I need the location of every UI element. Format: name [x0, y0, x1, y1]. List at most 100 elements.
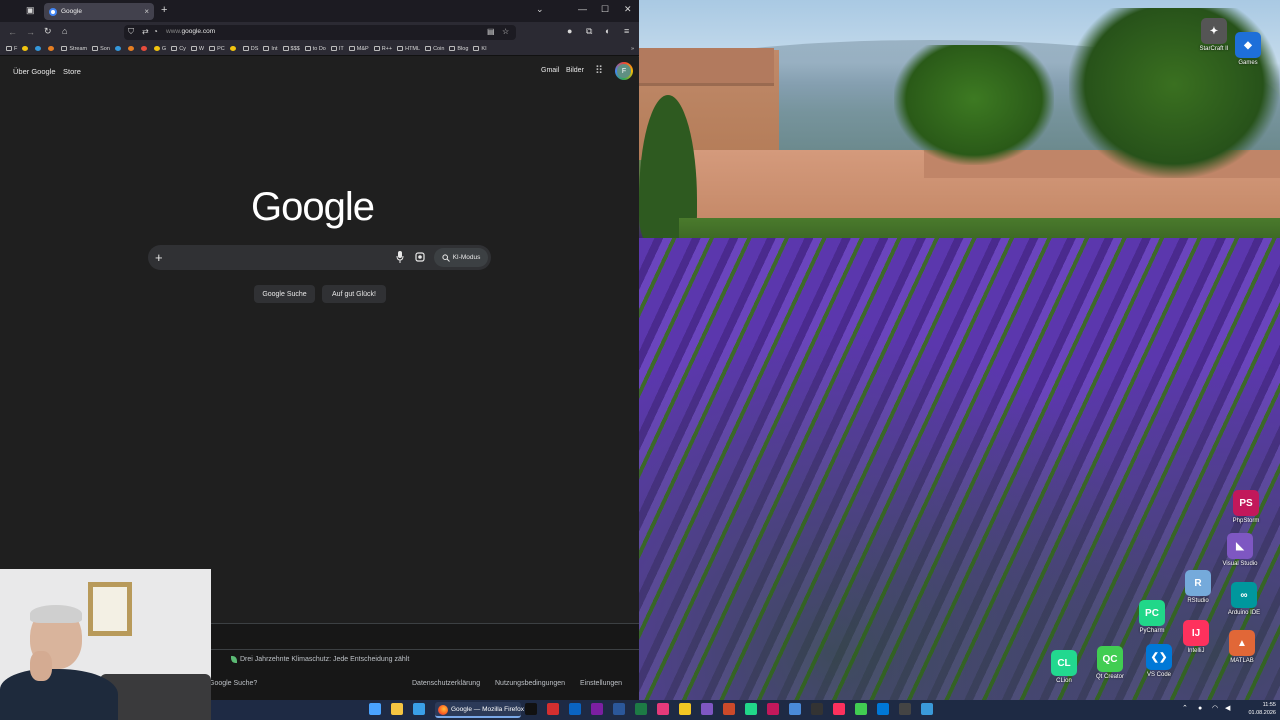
reader-view-icon[interactable]: ▤: [487, 28, 495, 36]
bookmark-19[interactable]: M&P: [348, 46, 369, 52]
permissions-icon[interactable]: ⇄: [142, 28, 149, 36]
google-search-button[interactable]: Google Suche: [254, 285, 315, 303]
pdf-icon[interactable]: [547, 703, 559, 715]
images-link[interactable]: Bilder: [566, 67, 584, 74]
window-close-button[interactable]: ✕: [624, 5, 632, 14]
word-icon[interactable]: [613, 703, 625, 715]
onenote-icon[interactable]: [591, 703, 603, 715]
desktop-icon-vs-code[interactable]: ❮❯ VS Code: [1133, 644, 1185, 678]
new-tab-button[interactable]: +: [161, 5, 167, 16]
phpstorm-icon[interactable]: [767, 703, 779, 715]
forward-arrow-icon[interactable]: →: [26, 28, 35, 37]
desktop-icon-arduino-ide[interactable]: ∞ Arduino IDE: [1218, 582, 1270, 616]
bookmark-1[interactable]: [22, 46, 30, 51]
sticky-notes-icon[interactable]: [679, 703, 691, 715]
tab-list-chevron-icon[interactable]: ⌄: [536, 5, 544, 14]
terminal-icon[interactable]: [811, 703, 823, 715]
account-icon[interactable]: ◐: [605, 27, 610, 36]
bookmark-9[interactable]: G: [153, 46, 166, 52]
ai-mode-button[interactable]: KI-Modus: [434, 248, 488, 267]
desktop-icon[interactable]: [413, 703, 425, 715]
bookmark-7[interactable]: [127, 46, 136, 51]
lucky-button[interactable]: Auf gut Glück!: [322, 285, 386, 303]
vscode-icon[interactable]: [877, 703, 889, 715]
climate-link[interactable]: Drei Jahrzehnte Klimaschutz: Jede Entsch…: [240, 656, 409, 663]
apps-grid-icon[interactable]: ⠿: [595, 64, 603, 77]
bookmark-17[interactable]: to Do: [304, 46, 326, 52]
bookmark-0[interactable]: F: [6, 46, 17, 52]
qt-icon[interactable]: [855, 703, 867, 715]
bookmark-14[interactable]: DS: [242, 46, 258, 52]
desktop-icon-rstudio[interactable]: R RStudio: [1172, 570, 1224, 604]
volume-icon[interactable]: ◀: [1225, 705, 1230, 712]
bookmark-4[interactable]: Stream: [61, 46, 87, 52]
bookmark-18[interactable]: IT: [330, 46, 344, 52]
reload-icon[interactable]: ↻: [44, 27, 52, 36]
bookmark-11[interactable]: W: [190, 46, 204, 52]
bookmark-star-icon[interactable]: ☆: [502, 28, 509, 36]
desktop-icon-qt-creator[interactable]: QC Qt Creator: [1084, 646, 1136, 680]
minimize-button[interactable]: —: [578, 5, 587, 14]
tab-google[interactable]: Google ×: [44, 3, 154, 20]
bookmark-15[interactable]: Int: [263, 46, 278, 52]
bookmark-2[interactable]: [35, 46, 43, 51]
tab-overview-icon[interactable]: ▣: [26, 6, 35, 15]
desktop-icon-visual-studio[interactable]: ◣ Visual Studio: [1214, 533, 1266, 567]
microphone-icon[interactable]: [396, 251, 404, 263]
file-explorer-icon[interactable]: [391, 703, 403, 715]
tray-mic-icon[interactable]: ●: [1198, 705, 1202, 712]
notepad-icon[interactable]: [789, 703, 801, 715]
bookmark-13[interactable]: [229, 46, 238, 51]
terms-link[interactable]: Nutzungsbedingungen: [495, 680, 565, 687]
clock[interactable]: 11:55 01.08.2026: [1238, 701, 1276, 717]
bookmark-21[interactable]: HTML: [397, 46, 420, 52]
add-plus-icon[interactable]: +: [155, 250, 163, 265]
bookmark-10[interactable]: Cy: [171, 46, 186, 52]
shield-icon[interactable]: ⛉: [128, 28, 134, 36]
outlook-icon[interactable]: [569, 703, 581, 715]
back-arrow-icon[interactable]: ←: [8, 28, 17, 37]
bookmark-8[interactable]: [140, 46, 149, 51]
github-icon[interactable]: [899, 703, 911, 715]
pycharm-icon[interactable]: [745, 703, 757, 715]
start-icon[interactable]: [369, 703, 381, 715]
home-icon[interactable]: ⌂: [62, 27, 67, 36]
about-google-link[interactable]: Über Google: [13, 67, 56, 76]
globe-icon[interactable]: [921, 703, 933, 715]
maximize-button[interactable]: ☐: [601, 5, 609, 14]
menu-hamburger-icon[interactable]: ≡: [624, 27, 629, 36]
wifi-icon[interactable]: ◠: [1212, 705, 1218, 712]
desktop-icon-clion[interactable]: CL CLion: [1038, 650, 1090, 684]
extensions-puzzle-icon[interactable]: ⧉: [586, 27, 592, 36]
tab-close-icon[interactable]: ×: [144, 7, 149, 16]
apple-tv-icon[interactable]: [525, 703, 537, 715]
google-lens-icon[interactable]: [415, 252, 425, 262]
itunes-icon[interactable]: [657, 703, 669, 715]
store-link[interactable]: Store: [63, 67, 81, 76]
visual-studio-icon[interactable]: [701, 703, 713, 715]
extension-icon[interactable]: ●: [567, 27, 572, 36]
settings-link[interactable]: Einstellungen: [580, 680, 622, 687]
tray-chevron-icon[interactable]: ⌃: [1182, 705, 1188, 712]
bookmark-12[interactable]: PC: [209, 46, 225, 52]
intellij-icon[interactable]: [833, 703, 845, 715]
taskbar-firefox-button[interactable]: Google — Mozilla Firefox: [435, 702, 524, 718]
bookmark-24[interactable]: KI: [473, 46, 487, 52]
bookmark-5[interactable]: Son: [92, 46, 110, 52]
bookmark-6[interactable]: [114, 46, 123, 51]
desktop-icon-matlab[interactable]: ▲ MATLAB: [1216, 630, 1268, 664]
desktop-icon-phpstorm[interactable]: PS PhpStorm: [1220, 490, 1272, 524]
bookmarks-more-icon[interactable]: »: [631, 46, 639, 52]
how-search-works-link[interactable]: Google Suche?: [209, 680, 257, 687]
bookmark-20[interactable]: R++: [373, 46, 392, 52]
lock-icon[interactable]: ◔: [153, 28, 158, 36]
avatar[interactable]: F: [615, 62, 633, 80]
excel-icon[interactable]: [635, 703, 647, 715]
desktop-icon-games[interactable]: ◆ Games: [1222, 32, 1274, 66]
tool-icon[interactable]: [723, 703, 735, 715]
bookmark-23[interactable]: Blog: [449, 46, 468, 52]
bookmark-3[interactable]: [48, 46, 56, 51]
bookmark-22[interactable]: Coin: [425, 46, 444, 52]
privacy-link[interactable]: Datenschutzerklärung: [412, 680, 480, 687]
bookmark-16[interactable]: $$$: [282, 46, 300, 52]
